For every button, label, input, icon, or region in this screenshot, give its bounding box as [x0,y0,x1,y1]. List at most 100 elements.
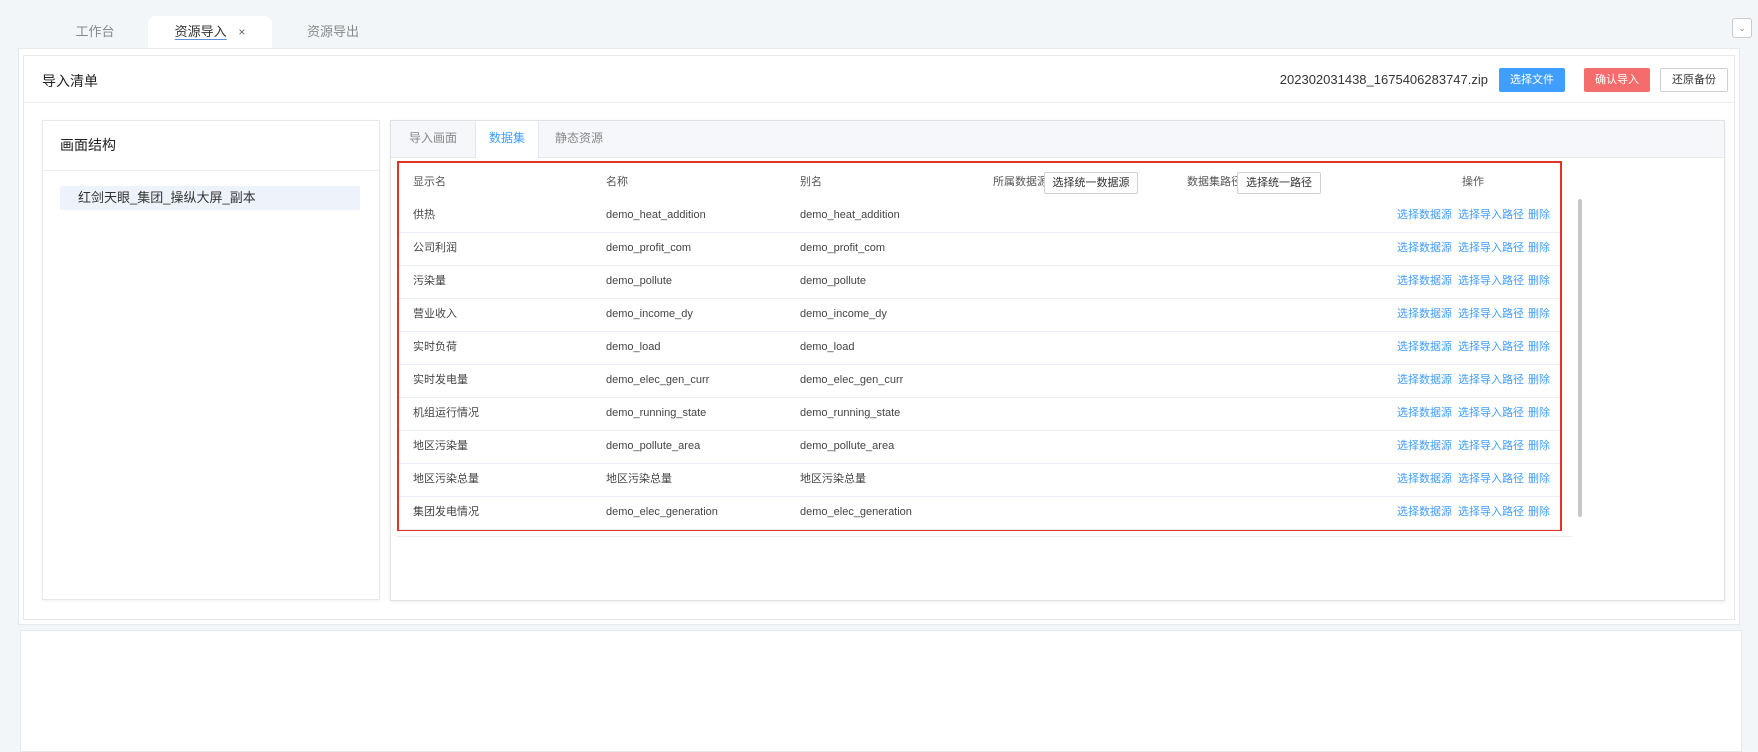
chevron-down-icon[interactable]: ⌄ [1732,18,1752,38]
select-import-path-link[interactable]: 选择导入路径 [1458,199,1524,232]
table-row: 营业收入 demo_income_dy demo_income_dy 选择数据源 选择导… [399,298,1560,332]
cell-alias: demo_profit_com [800,242,885,254]
divider [397,536,1572,537]
tab-label: 资源导出 [306,24,359,39]
delete-link[interactable]: 删除 [1528,232,1550,265]
select-file-button[interactable]: 选择文件 [1499,68,1565,92]
cell-name: demo_pollute_area [606,440,701,452]
table-row: 地区污染总量 地区污染总量 地区污染总量 选择数据源 选择导入路径 删除 [399,463,1560,497]
select-source-link[interactable]: 选择数据源 [1397,265,1452,298]
table-row: 机组运行情况 demo_running_state demo_running_sta… [399,397,1560,431]
close-icon[interactable]: × [238,25,245,39]
delete-link[interactable]: 删除 [1528,364,1550,397]
tab-import-screen[interactable]: 导入画面 [391,121,475,157]
content-panel: 导入画面 数据集 静态资源 显示名 名称 别名 所属数据源 选择统一数据源 数据… [390,120,1725,601]
select-source-link[interactable]: 选择数据源 [1397,199,1452,232]
cell-display: 集团发电情况 [413,506,479,518]
cell-display: 地区污染量 [413,440,468,452]
column-header-display: 显示名 [413,176,446,188]
cell-alias: demo_load [800,341,855,353]
table-row: 供热 demo_heat_addition demo_heat_addition 选择… [399,199,1560,233]
cell-alias: 地区污染总量 [800,473,866,485]
column-header-name: 名称 [606,176,628,188]
select-unified-source-button[interactable]: 选择统一数据源 [1044,172,1138,194]
delete-link[interactable]: 删除 [1528,199,1550,232]
cell-display: 机组运行情况 [413,407,479,419]
cell-name: demo_elec_gen_curr [606,374,710,386]
select-source-link[interactable]: 选择数据源 [1397,496,1452,529]
select-import-path-link[interactable]: 选择导入路径 [1458,298,1524,331]
tab-workbench[interactable]: 工作台 [40,16,150,48]
cell-name: demo_pollute [606,275,673,287]
delete-link[interactable]: 删除 [1528,496,1550,529]
select-source-link[interactable]: 选择数据源 [1397,364,1452,397]
delete-link[interactable]: 删除 [1528,397,1550,430]
cell-display: 公司利润 [413,242,457,254]
cell-alias: demo_pollute_area [800,440,895,452]
select-import-path-link[interactable]: 选择导入路径 [1458,232,1524,265]
import-panel-inner: 导入清单 202302031438_1675406283747.zip 选择文件… [23,55,1735,620]
select-source-link[interactable]: 选择数据源 [1397,331,1452,364]
select-source-link[interactable]: 选择数据源 [1397,232,1452,265]
cell-alias: demo_pollute [800,275,867,287]
select-import-path-link[interactable]: 选择导入路径 [1458,364,1524,397]
column-header-path: 数据集路径 [1187,176,1242,188]
cell-display: 营业收入 [413,308,457,320]
tab-resource-import[interactable]: 资源导入 × [148,16,272,48]
table-row: 实时发电量 demo_elec_gen_curr demo_elec_gen_cur… [399,364,1560,398]
cell-alias: demo_income_dy [800,308,887,320]
delete-link[interactable]: 删除 [1528,331,1550,364]
table-row: 实时负荷 demo_load demo_load 选择数据源 选择导入路径 删除 [399,331,1560,365]
cell-display: 地区污染总量 [413,473,479,485]
cell-name: demo_running_state [606,407,707,419]
table-row: 集团发电情况 demo_elec_generation demo_elec_gene… [399,496,1560,530]
column-header-ops: 操作 [1462,176,1484,188]
table-row: 地区污染量 demo_pollute_area demo_pollute_area 选… [399,430,1560,464]
tab-dataset[interactable]: 数据集 [475,121,539,158]
select-import-path-link[interactable]: 选择导入路径 [1458,265,1524,298]
column-header-alias: 别名 [800,176,822,188]
structure-title: 画面结构 [60,137,116,153]
table-row: 公司利润 demo_profit_com demo_profit_com 选择数据源选… [399,232,1560,266]
select-source-link[interactable]: 选择数据源 [1397,298,1452,331]
structure-panel: 画面结构 红剑天眼_集团_操纵大屏_副本 [42,120,380,600]
cell-alias: demo_elec_gen_curr [800,374,904,386]
delete-link[interactable]: 删除 [1528,298,1550,331]
tab-static-resources[interactable]: 静态资源 [539,121,619,157]
divider [43,170,379,171]
select-import-path-link[interactable]: 选择导入路径 [1458,463,1524,496]
tab-resource-export[interactable]: 资源导出 [278,16,388,48]
tree-item-screen[interactable]: 红剑天眼_集团_操纵大屏_副本 [60,186,360,210]
cell-alias: demo_running_state [800,407,901,419]
restore-backup-button[interactable]: 还原备份 [1660,68,1728,92]
cell-alias: demo_heat_addition [800,209,900,221]
select-import-path-link[interactable]: 选择导入路径 [1458,397,1524,430]
cell-name: demo_heat_addition [606,209,706,221]
select-import-path-link[interactable]: 选择导入路径 [1458,331,1524,364]
delete-link[interactable]: 删除 [1528,463,1550,496]
cell-name: demo_income_dy [606,308,693,320]
cell-name: demo_profit_com [606,242,691,254]
dataset-table: 显示名 名称 别名 所属数据源 选择统一数据源 数据集路径 选择统一路径 操作 … [397,161,1562,531]
panel-header: 导入清单 202302031438_1675406283747.zip 选择文件… [24,56,1734,103]
table-row: 污染量 demo_pollute demo_pollute 选择数据源 选择导入路径 删除 [399,265,1560,299]
select-import-path-link[interactable]: 选择导入路径 [1458,496,1524,529]
table-scrollbar[interactable] [1578,199,1582,517]
column-header-source: 所属数据源 [993,176,1048,188]
confirm-import-button[interactable]: 确认导入 [1584,68,1650,92]
tab-label: 资源导入 [174,24,227,39]
cell-name: demo_load [606,341,661,353]
table-header: 显示名 名称 别名 所属数据源 选择统一数据源 数据集路径 选择统一路径 操作 [399,166,1560,199]
tab-label: 工作台 [75,24,115,39]
select-source-link[interactable]: 选择数据源 [1397,430,1452,463]
select-source-link[interactable]: 选择数据源 [1397,397,1452,430]
select-unified-path-button[interactable]: 选择统一路径 [1237,172,1321,194]
cell-name: demo_elec_generation [606,506,718,518]
select-source-link[interactable]: 选择数据源 [1397,463,1452,496]
delete-link[interactable]: 删除 [1528,265,1550,298]
delete-link[interactable]: 删除 [1528,430,1550,463]
cell-display: 实时负荷 [413,341,457,353]
select-import-path-link[interactable]: 选择导入路径 [1458,430,1524,463]
cell-name: 地区污染总量 [606,473,672,485]
lower-panel [20,630,1742,752]
